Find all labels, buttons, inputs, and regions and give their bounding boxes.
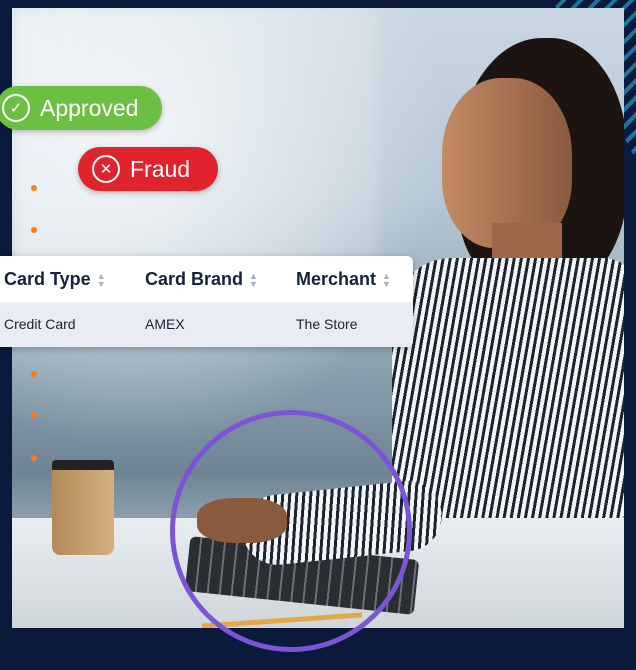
sort-icon[interactable]: ▲ ▼: [382, 272, 391, 289]
highlight-circle: [170, 410, 412, 652]
transaction-table: Card Type ▲ ▼ Card Brand ▲ ▼ Merchant ▲ ▼ Cred…: [0, 256, 413, 347]
column-header-card-type[interactable]: Card Type ▲ ▼: [4, 269, 106, 290]
accent-dot: [31, 455, 37, 461]
table-row[interactable]: Credit Card AMEX The Store: [0, 302, 413, 347]
approved-label: Approved: [40, 94, 139, 121]
accent-dot: [31, 227, 37, 233]
column-header-card-brand[interactable]: Card Brand ▲ ▼: [145, 269, 258, 290]
cell-merchant: The Store: [296, 315, 358, 332]
table-header: Card Type ▲ ▼ Card Brand ▲ ▼ Merchant ▲ ▼: [0, 256, 413, 302]
fraud-badge: ✕ Fraud: [78, 147, 219, 191]
coffee-cup: [52, 460, 114, 555]
approved-badge: ✓ Approved: [0, 86, 163, 130]
column-header-merchant[interactable]: Merchant ▲ ▼: [296, 269, 391, 290]
sort-icon[interactable]: ▲ ▼: [97, 272, 106, 289]
fraud-label: Fraud: [130, 155, 191, 182]
accent-dot: [31, 371, 37, 377]
x-circle-icon: ✕: [92, 155, 120, 183]
accent-dot: [31, 412, 37, 418]
sort-icon[interactable]: ▲ ▼: [249, 272, 258, 289]
check-circle-icon: ✓: [2, 94, 30, 122]
cell-card-brand: AMEX: [145, 315, 185, 332]
cell-card-type: Credit Card: [4, 315, 76, 332]
accent-dot: [31, 185, 37, 191]
